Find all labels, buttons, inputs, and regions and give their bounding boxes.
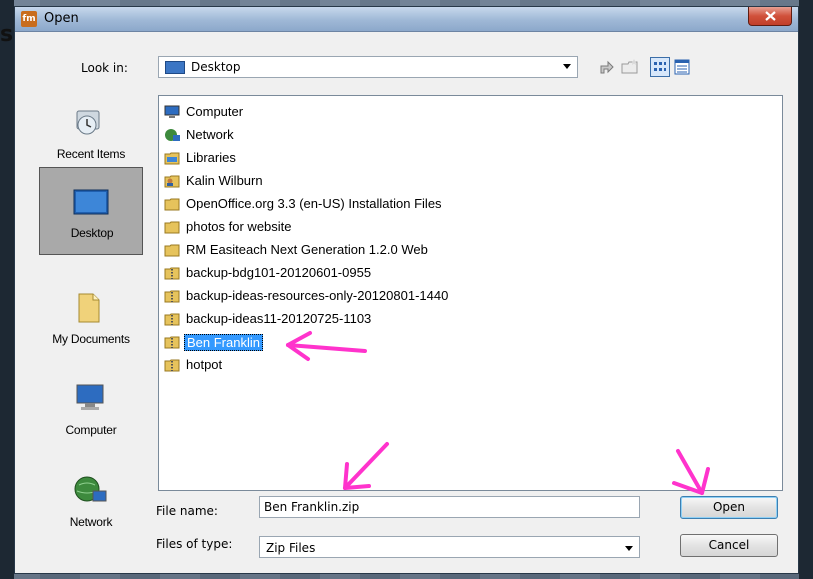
list-item[interactable]: Computer bbox=[159, 101, 759, 124]
background-text-fragment: s bbox=[0, 22, 14, 47]
folder-icon bbox=[164, 221, 180, 234]
list-item[interactable]: Network bbox=[159, 124, 759, 147]
close-icon bbox=[765, 11, 776, 21]
place-label: Network bbox=[69, 515, 113, 529]
zip-folder-icon bbox=[164, 290, 180, 303]
place-network[interactable]: Network bbox=[39, 457, 143, 545]
look-in-value: Desktop bbox=[191, 60, 241, 74]
file-name: Ben Franklin bbox=[184, 334, 263, 351]
place-label: My Documents bbox=[52, 332, 130, 346]
file-name: Kalin Wilburn bbox=[186, 173, 263, 188]
background-edge-right bbox=[799, 0, 813, 579]
create-new-folder-button[interactable] bbox=[620, 57, 640, 77]
list-item[interactable]: Kalin Wilburn bbox=[159, 170, 759, 193]
look-in-combo[interactable]: Desktop bbox=[158, 56, 578, 78]
background-edge-left bbox=[0, 0, 14, 579]
file-name: backup-ideas-resources-only-20120801-144… bbox=[186, 288, 449, 303]
file-list[interactable]: Computer Network Libraries Kalin Wilburn… bbox=[158, 95, 783, 491]
title-bar[interactable]: fm Open bbox=[15, 7, 798, 32]
details-view-icon bbox=[674, 59, 690, 75]
app-icon: fm bbox=[21, 11, 37, 27]
file-type-value: Zip Files bbox=[266, 541, 316, 555]
window-title: Open bbox=[44, 11, 79, 26]
network-icon bbox=[74, 476, 107, 502]
list-item[interactable]: backup-ideas-resources-only-20120801-144… bbox=[159, 285, 759, 308]
annotation-arrow-file bbox=[286, 331, 367, 361]
computer-icon bbox=[76, 384, 104, 410]
file-name: hotpot bbox=[186, 357, 223, 372]
place-recent-items[interactable]: Recent Items bbox=[39, 89, 143, 177]
list-item[interactable]: photos for website bbox=[159, 216, 759, 239]
new-folder-icon bbox=[621, 59, 638, 74]
place-label: Desktop bbox=[70, 226, 114, 240]
place-my-documents[interactable]: My Documents bbox=[39, 274, 143, 362]
zip-folder-icon bbox=[164, 336, 180, 349]
up-one-level-button[interactable] bbox=[596, 57, 616, 77]
places-bar: Recent Items Desktop My Documents Comput… bbox=[37, 89, 144, 555]
zip-folder-icon bbox=[164, 267, 180, 280]
cancel-button[interactable]: Cancel bbox=[680, 534, 778, 557]
folder-icon bbox=[164, 198, 180, 211]
list-view-icon bbox=[654, 62, 666, 71]
my-documents-icon bbox=[78, 293, 100, 323]
open-button[interactable]: Open bbox=[680, 496, 778, 519]
list-item[interactable]: Libraries bbox=[159, 147, 759, 170]
file-type-combo[interactable]: Zip Files bbox=[259, 536, 640, 558]
list-item[interactable]: hotpot bbox=[159, 354, 759, 377]
zip-folder-icon bbox=[164, 359, 180, 372]
network-icon bbox=[165, 129, 180, 141]
list-item[interactable]: backup-ideas11-20120725-1103 bbox=[159, 308, 759, 331]
place-desktop[interactable]: Desktop bbox=[39, 167, 143, 255]
file-name: Network bbox=[186, 127, 234, 142]
file-name-input[interactable]: Ben Franklin.zip bbox=[259, 496, 640, 518]
file-name-label: File name: bbox=[156, 504, 218, 518]
list-item-selected[interactable]: Ben Franklin bbox=[159, 331, 759, 354]
user-folder-icon bbox=[164, 175, 180, 188]
list-item[interactable]: backup-bdg101-20120601-0955 bbox=[159, 262, 759, 285]
file-name: backup-ideas11-20120725-1103 bbox=[186, 311, 372, 326]
recent-items-icon bbox=[76, 110, 100, 135]
file-type-label: Files of type: bbox=[156, 537, 233, 551]
file-name: photos for website bbox=[186, 219, 292, 234]
chevron-down-icon bbox=[563, 64, 571, 69]
computer-icon bbox=[164, 105, 180, 118]
file-name: Libraries bbox=[186, 150, 236, 165]
look-in-label: Look in: bbox=[81, 61, 128, 75]
folder-icon bbox=[164, 244, 180, 257]
list-item[interactable]: RM Easiteach Next Generation 1.2.0 Web bbox=[159, 239, 759, 262]
place-computer[interactable]: Computer bbox=[39, 365, 143, 453]
file-name: RM Easiteach Next Generation 1.2.0 Web bbox=[186, 242, 428, 257]
desktop-icon bbox=[73, 189, 109, 215]
file-name: OpenOffice.org 3.3 (en-US) Installation … bbox=[186, 196, 442, 211]
zip-folder-icon bbox=[164, 313, 180, 326]
close-button[interactable] bbox=[748, 7, 792, 26]
details-view-button[interactable] bbox=[672, 57, 692, 77]
annotation-arrow-open bbox=[672, 449, 710, 495]
place-label: Computer bbox=[65, 423, 117, 437]
chevron-down-icon bbox=[625, 546, 633, 551]
list-item[interactable]: OpenOffice.org 3.3 (en-US) Installation … bbox=[159, 193, 759, 216]
list-view-button[interactable] bbox=[650, 57, 670, 77]
place-label: Recent Items bbox=[56, 147, 126, 161]
file-name: Computer bbox=[186, 104, 244, 119]
desktop-icon bbox=[165, 61, 185, 74]
libraries-icon bbox=[164, 152, 180, 165]
file-name: backup-bdg101-20120601-0955 bbox=[186, 265, 372, 280]
annotation-arrow-filename bbox=[343, 442, 389, 490]
up-folder-icon bbox=[600, 60, 614, 74]
